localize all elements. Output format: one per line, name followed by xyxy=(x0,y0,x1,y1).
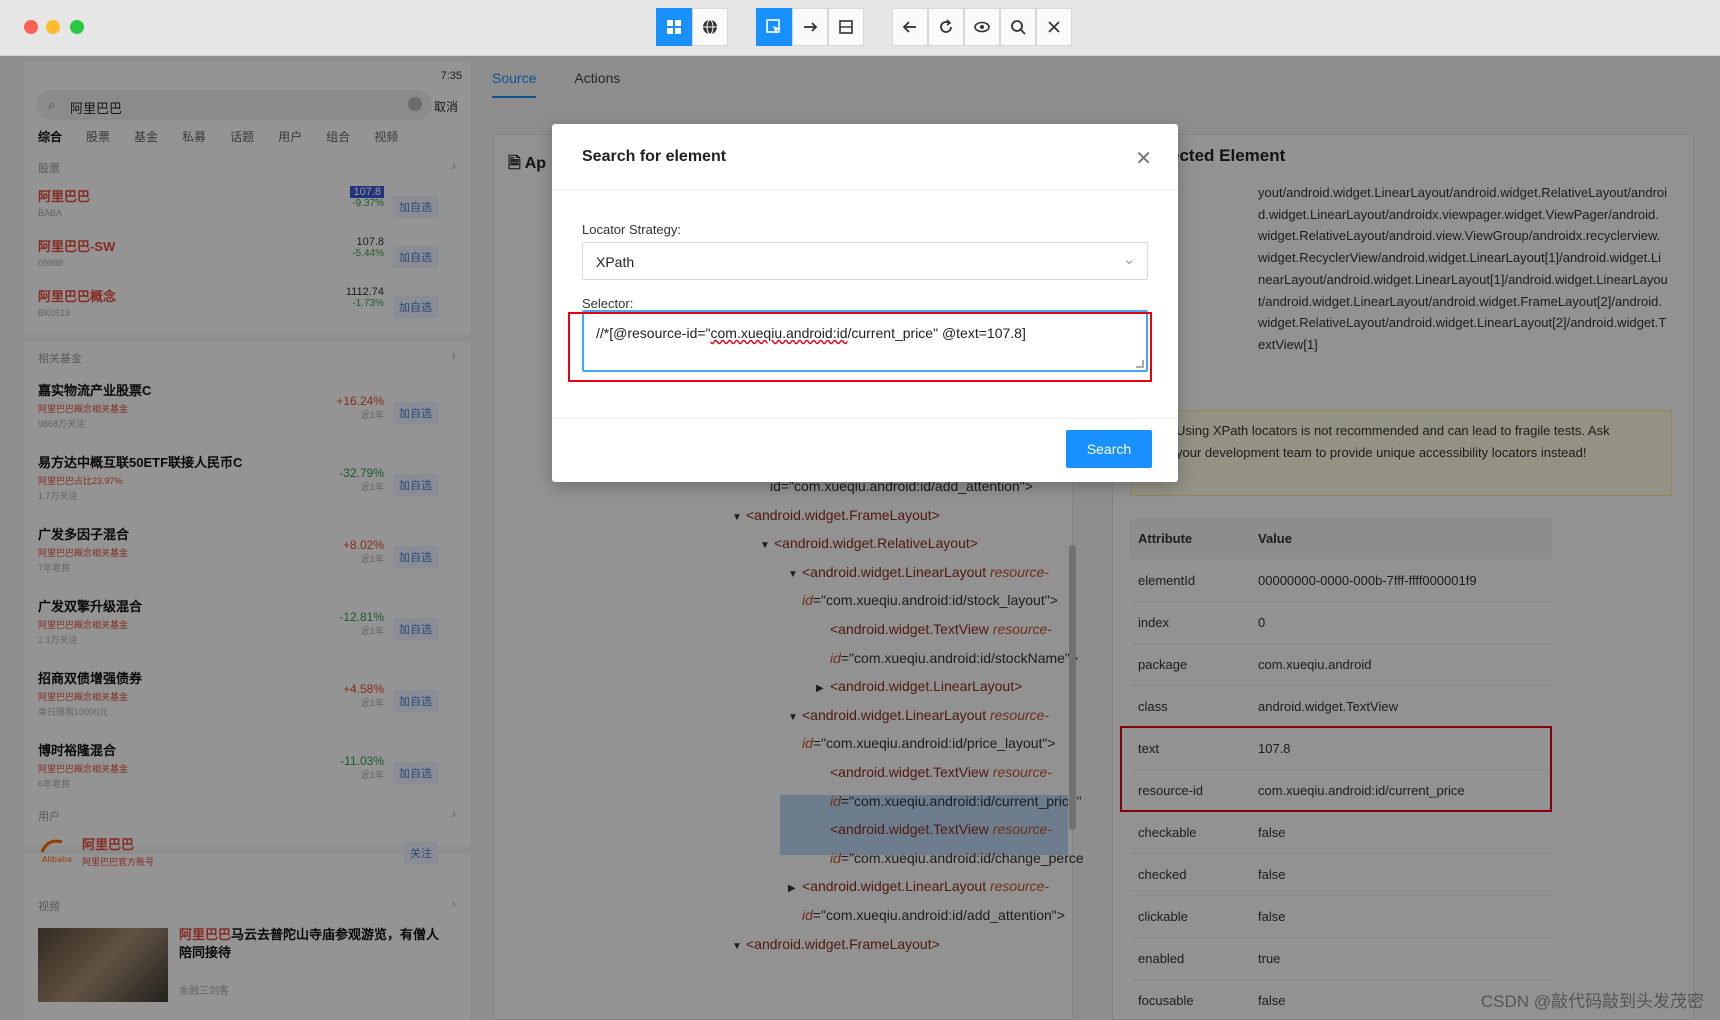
refresh-button[interactable] xyxy=(928,8,964,46)
back-icon xyxy=(902,21,916,33)
tap-coordinates-button[interactable] xyxy=(828,8,864,46)
swipe-button[interactable] xyxy=(792,8,828,46)
dialog-title: Search for element xyxy=(582,148,727,165)
swipe-icon xyxy=(804,22,818,32)
locator-strategy-select[interactable]: XPath ⌄ xyxy=(582,242,1148,280)
quit-session-button[interactable] xyxy=(1036,8,1072,46)
locator-strategy-value: XPath xyxy=(596,254,635,270)
dialog-footer-divider xyxy=(552,418,1178,419)
search-icon xyxy=(1011,20,1026,35)
search-button[interactable]: Search xyxy=(1066,430,1152,468)
select-element-button[interactable] xyxy=(756,8,792,46)
locator-strategy-label: Locator Strategy: xyxy=(582,222,681,237)
grid-icon xyxy=(667,20,681,34)
close-icon[interactable]: ✕ xyxy=(1135,146,1152,171)
back-button[interactable] xyxy=(892,8,928,46)
close-window-button[interactable] xyxy=(24,20,38,34)
web-mode-button[interactable] xyxy=(692,8,728,46)
close-icon xyxy=(1048,21,1060,33)
window-titlebar xyxy=(0,0,1720,56)
minimize-window-button[interactable] xyxy=(46,20,60,34)
selector-label: Selector: xyxy=(582,296,634,311)
search-element-button[interactable] xyxy=(1000,8,1036,46)
chevron-down-icon: ⌄ xyxy=(1123,251,1135,267)
watermark: CSDN @敲代码敲到头发茂密 xyxy=(1480,992,1704,1011)
select-element-icon xyxy=(766,19,781,34)
maximize-window-button[interactable] xyxy=(70,20,84,34)
search-element-dialog: Search for element ✕ Locator Strategy: X… xyxy=(552,124,1178,482)
tap-coordinates-icon xyxy=(839,20,853,34)
eye-icon xyxy=(974,21,990,33)
show-elements-button[interactable] xyxy=(964,8,1000,46)
annotation-highlight xyxy=(568,312,1152,382)
globe-icon xyxy=(703,19,717,35)
dialog-header: Search for element ✕ xyxy=(552,124,1178,190)
native-mode-button[interactable] xyxy=(656,8,692,46)
refresh-icon xyxy=(940,19,952,33)
